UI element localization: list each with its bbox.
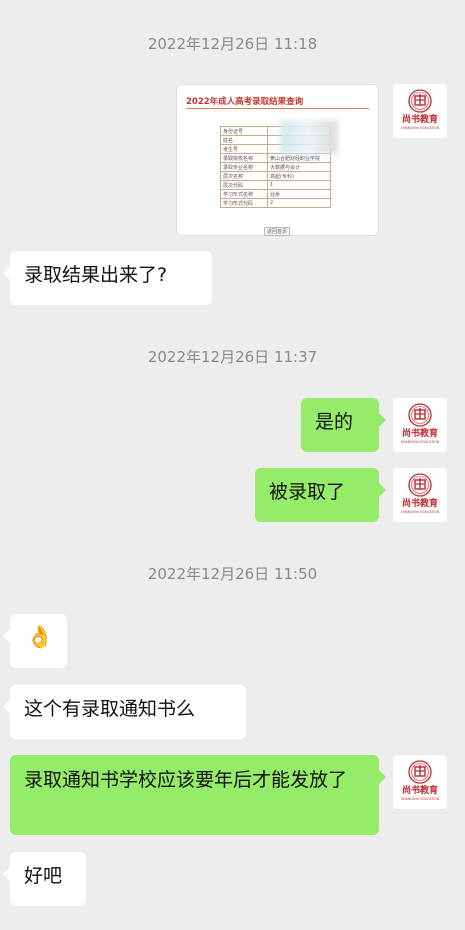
svg-text:SHANGSHU EDUCATION: SHANGSHU EDUCATION bbox=[401, 510, 440, 514]
message-text: 录取通知书学校应该要年后才能发放了 bbox=[24, 769, 348, 791]
message-bubble-sent[interactable]: 是的 bbox=[301, 398, 386, 452]
message-text: 被录取了 bbox=[269, 481, 346, 503]
svg-text:尚书教育: 尚书教育 bbox=[402, 113, 438, 125]
shangshu-logo-icon: 尚书教育 SHANGSHU EDUCATION bbox=[401, 760, 440, 801]
ok-hand-icon: 👌 bbox=[26, 625, 54, 650]
image-title: 2022年成人高考录取结果查询 bbox=[186, 97, 304, 107]
message-text: 是的 bbox=[315, 411, 354, 433]
message-bubble-sent[interactable]: 被录取了 bbox=[255, 468, 386, 522]
message-bubble-received[interactable]: 这个有录取通知书么 bbox=[3, 685, 246, 739]
avatar[interactable]: 尚书教育 SHANGSHU EDUCATION bbox=[393, 398, 447, 452]
svg-text:SHANGSHU EDUCATION: SHANGSHU EDUCATION bbox=[401, 797, 440, 801]
avatar[interactable]: 尚书教育 SHANGSHU EDUCATION bbox=[393, 84, 447, 138]
message-text: 这个有录取通知书么 bbox=[24, 698, 196, 720]
avatar[interactable]: 尚书教育 SHANGSHU EDUCATION bbox=[393, 755, 447, 809]
message-bubble-sent[interactable]: 录取通知书学校应该要年后才能发放了 bbox=[10, 755, 386, 835]
svg-text:SHANGSHU EDUCATION: SHANGSHU EDUCATION bbox=[401, 126, 440, 130]
shangshu-logo-icon: 尚书教育 SHANGSHU EDUCATION bbox=[401, 89, 440, 130]
image-message[interactable]: 2022年成人高考录取结果查询 身份证号 姓名 考生号 录取院校名称 黄山合肥财经… bbox=[176, 84, 379, 236]
svg-text:SHANGSHU EDUCATION: SHANGSHU EDUCATION bbox=[401, 440, 440, 444]
shangshu-logo-icon: 尚书教育 SHANGSHU EDUCATION bbox=[401, 473, 440, 514]
timestamp: 2022年12月26日 11:37 bbox=[147, 348, 318, 366]
message-bubble-received[interactable]: 好吧 bbox=[3, 852, 86, 906]
message-text: 好吧 bbox=[24, 865, 63, 887]
message-bubble-received[interactable]: 👌 bbox=[3, 614, 67, 668]
title-underline bbox=[186, 108, 369, 109]
timestamp: 2022年12月26日 11:50 bbox=[147, 565, 318, 583]
message-bubble-received[interactable]: 录取结果出来了? bbox=[3, 251, 212, 305]
message-text: 录取结果出来了? bbox=[24, 264, 168, 286]
shangshu-logo-icon: 尚书教育 SHANGSHU EDUCATION bbox=[401, 403, 440, 444]
blurred-region bbox=[280, 120, 338, 154]
avatar[interactable]: 尚书教育 SHANGSHU EDUCATION bbox=[393, 468, 447, 522]
timestamp: 2022年12月26日 11:18 bbox=[147, 35, 318, 53]
svg-text:尚书教育: 尚书教育 bbox=[402, 784, 438, 796]
svg-text:尚书教育: 尚书教育 bbox=[402, 497, 438, 509]
svg-text:尚书教育: 尚书教育 bbox=[402, 427, 438, 439]
back-home-button: 返回首页 bbox=[264, 227, 291, 236]
